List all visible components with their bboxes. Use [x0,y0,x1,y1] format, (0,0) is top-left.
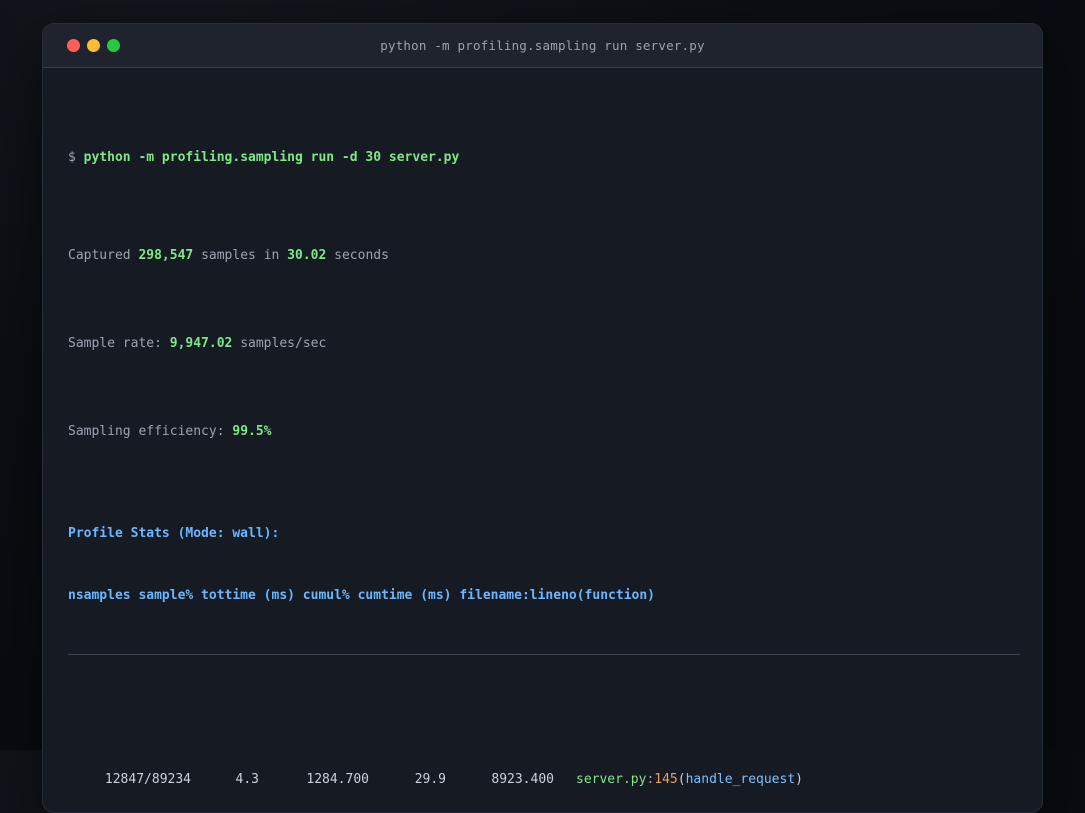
efficiency-value: 99.5% [232,424,272,439]
function-name: handle_request [685,772,796,787]
traffic-lights [67,24,120,67]
window-title: python -m profiling.sampling run server.… [380,38,705,53]
cell-sample-pct: 4.3 [235,772,259,787]
cell-cumtime: 8923.400 [491,772,554,787]
cell-function: server.py:145(handle_request) [554,770,1017,790]
cell-cumul-pct: 29.9 [414,772,446,787]
colon: : [646,772,655,787]
efficiency-line: Sampling efficiency: 99.5% [68,422,1017,442]
command-line: $ python -m profiling.sampling run -d 30… [68,148,1017,168]
table-row: 12847/89234 4.3 1284.700 29.9 8923.400 server… [68,769,1017,791]
cell-tottime: 1284.700 [306,772,369,787]
profile-table: 12847/89234 4.3 1284.700 29.9 8923.400 server… [68,729,1017,812]
rate-value: 9,947.02 [169,336,233,351]
rate-label: Sample rate: [68,336,170,351]
shell-prompt: $ [68,150,84,165]
profile-stats-title: Profile Stats (Mode: wall): [68,526,280,541]
minimize-button[interactable] [87,39,100,52]
captured-label: Captured [68,248,139,263]
table-header: nsamples sample% tottime (ms) cumul% cum… [68,588,655,603]
close-button[interactable] [67,39,80,52]
open-paren: ( [677,772,686,787]
captured-stat-line: Captured 298,547 samples in 30.02 second… [68,246,1017,266]
terminal-window: python -m profiling.sampling run server.… [42,23,1043,813]
rate-unit: samples/sec [232,336,327,351]
zoom-button[interactable] [107,39,120,52]
sample-rate-line: Sample rate: 9,947.02 samples/sec [68,334,1017,354]
efficiency-label: Sampling efficiency: [68,424,233,439]
window-titlebar[interactable]: python -m profiling.sampling run server.… [43,24,1042,68]
function-file: server.py [576,772,647,787]
table-divider [68,654,1020,655]
seconds-label: seconds [326,248,389,263]
samples-in-label: samples in [193,248,288,263]
close-paren: ) [795,772,803,787]
command-text: python -m profiling.sampling run -d 30 s… [83,150,460,165]
duration-value: 30.02 [287,248,327,263]
cell-nsamples: 12847/89234 [104,772,191,787]
samples-count: 298,547 [138,248,194,263]
terminal-output[interactable]: $ python -m profiling.sampling run -d 30… [43,68,1042,812]
function-lineno: 145 [654,772,678,787]
